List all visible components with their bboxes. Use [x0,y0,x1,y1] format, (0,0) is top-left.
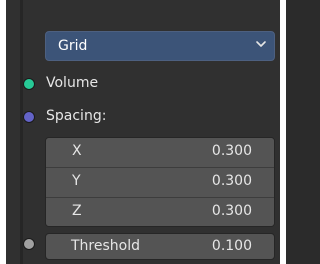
mode-dropdown[interactable]: Grid [45,31,275,61]
spacing-label: Spacing: [46,108,107,124]
spacing-z-value: 0.300 [211,203,252,219]
spacing-z-label: Z [72,203,82,219]
volume-label: Volume [46,75,99,91]
spacing-x-field[interactable]: X 0.300 [46,138,274,167]
spacing-y-value: 0.300 [211,173,252,189]
spacing-vector: X 0.300 Y 0.300 Z 0.300 [45,137,275,227]
spacing-x-label: X [72,143,82,159]
node-frame-line [20,0,23,264]
threshold-field[interactable]: Threshold 0.100 [45,233,275,260]
threshold-label: Threshold [71,238,140,254]
spacing-x-value: 0.300 [211,143,252,159]
volume-socket[interactable] [23,78,35,90]
spacing-z-field[interactable]: Z 0.300 [46,198,274,226]
right-edge [280,0,286,264]
spacing-y-label: Y [72,173,81,189]
spacing-socket[interactable] [23,111,35,123]
spacing-y-field[interactable]: Y 0.300 [46,168,274,197]
mode-dropdown-label: Grid [58,38,88,54]
threshold-socket[interactable] [23,238,35,250]
threshold-value: 0.100 [211,238,252,254]
chevron-down-icon [254,36,268,52]
